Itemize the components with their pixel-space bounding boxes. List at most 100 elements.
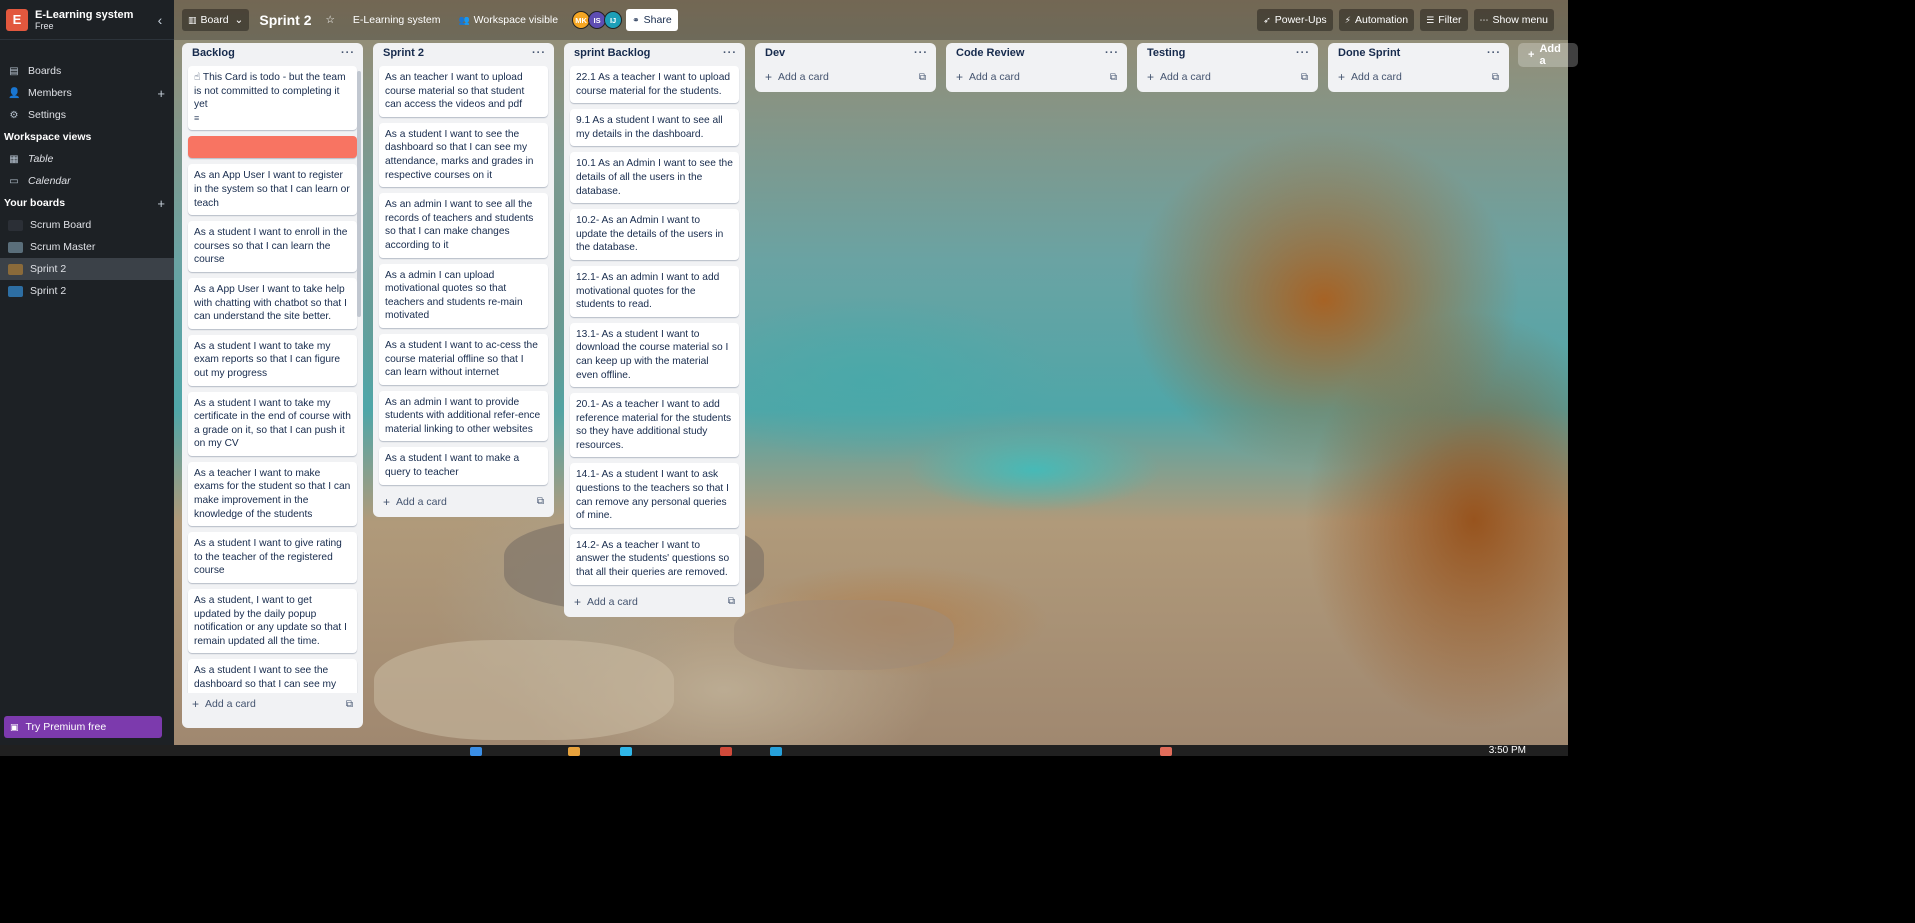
share-button[interactable]: ⚭ Share [626,9,678,31]
card[interactable]: As an teacher I want to upload course ma… [379,66,548,117]
sidebar-board-scrum-master[interactable]: Scrum Master [0,236,174,258]
list-title[interactable]: Dev [765,47,785,59]
list-header[interactable]: sprint Backlog ··· [564,43,745,63]
card[interactable]: As an App User I want to register in the… [188,164,357,216]
show-menu-button[interactable]: ⋯ Show menu [1473,9,1554,31]
card[interactable]: As a student I want to see the dashboard… [188,659,357,693]
list-title[interactable]: Code Review [956,47,1024,59]
card-template-icon[interactable]: ⧉ [537,496,544,507]
card-template-icon[interactable]: ⧉ [919,72,926,83]
card[interactable]: 13.1- As a student I want to download th… [570,322,739,388]
add-card-button[interactable]: + Add a card ⧉ [373,491,554,513]
list-menu-icon[interactable]: ··· [341,47,355,59]
card-template-icon[interactable]: ⧉ [1301,72,1308,83]
list-menu-icon[interactable]: ··· [532,47,546,59]
star-board-button[interactable]: ☆ [319,9,340,31]
card[interactable]: 10.1 As an Admin I want to see the detai… [570,152,739,204]
view-switcher-button[interactable]: ▥ Board ⌄ [182,9,250,31]
list-header[interactable]: Code Review ··· [946,43,1127,63]
card[interactable]: As a admin I can upload motivational quo… [379,263,548,328]
list-menu-icon[interactable]: ··· [723,47,737,59]
list-header[interactable]: Dev ··· [755,43,936,63]
taskbar-app-icon[interactable] [770,747,782,756]
add-board-icon[interactable]: + [157,196,165,211]
sidebar-item-boards[interactable]: ▤ Boards [0,60,174,82]
sidebar-board-scrum-board[interactable]: Scrum Board [0,214,174,236]
add-list-button[interactable]: + Add a [1518,43,1578,67]
card[interactable]: As a App User I want to take help with c… [188,277,357,329]
workspace-button[interactable]: E-Learning system [347,9,447,31]
card-template-icon[interactable]: ⧉ [728,596,735,607]
taskbar-app-icon[interactable] [470,747,482,756]
card[interactable]: As a student, I want to get updated by t… [188,589,357,654]
card[interactable]: As a student I want to enroll in the cou… [188,221,357,272]
card-color-cover[interactable] [188,136,357,159]
list-testing[interactable]: Testing ··· + Add a card ⧉ [1137,43,1318,92]
card[interactable]: 20.1- As a teacher I want to add referen… [570,393,739,458]
list-sprint-backlog[interactable]: sprint Backlog ··· 22.1 As a teacher I wan… [564,43,745,617]
add-card-button[interactable]: + Add a card ⧉ [1328,66,1509,88]
card[interactable]: 12.1- As an admin I want to add motivati… [570,265,739,317]
card[interactable]: 22.1 As a teacher I want to upload cours… [570,66,739,104]
sidebar-item-calendar[interactable]: ▭ Calendar [0,170,174,192]
sidebar-board-sprint-2-active[interactable]: Sprint 2 [0,258,174,280]
add-card-button[interactable]: + Add a card ⧉ [182,693,363,715]
card[interactable]: 14.2- As a teacher I want to answer the … [570,533,739,585]
list-menu-icon[interactable]: ··· [1105,47,1119,59]
card[interactable]: ☝ This Card is todo - but the team is no… [188,66,357,131]
card[interactable]: As a student I want to take my certifica… [188,391,357,456]
card[interactable]: As a student I want to take my exam repo… [188,334,357,386]
card[interactable]: As an admin I want to see all the record… [379,193,548,258]
list-done-sprint[interactable]: Done Sprint ··· + Add a card ⧉ [1328,43,1509,92]
workspace-header[interactable]: E E-Learning system Free ‹ [0,0,174,40]
card[interactable]: 14.1- As a student I want to ask questio… [570,463,739,528]
list-header[interactable]: Done Sprint ··· [1328,43,1509,63]
collapse-sidebar-icon[interactable]: ‹ [152,12,168,28]
list-title[interactable]: sprint Backlog [574,47,650,59]
add-card-button[interactable]: + Add a card ⧉ [1137,66,1318,88]
card[interactable]: 9.1 As a student I want to see all my de… [570,109,739,147]
list-sprint-2[interactable]: Sprint 2 ··· As an teacher I want to uploa… [373,43,554,517]
list-title[interactable]: Backlog [192,47,235,59]
list-menu-icon[interactable]: ··· [1296,47,1310,59]
list-title[interactable]: Done Sprint [1338,47,1400,59]
card-template-icon[interactable]: ⧉ [1110,72,1117,83]
list-title[interactable]: Testing [1147,47,1185,59]
list-menu-icon[interactable]: ··· [914,47,928,59]
sidebar-item-table[interactable]: ▦ Table [0,148,174,170]
taskbar-app-icon[interactable] [720,747,732,756]
filter-button[interactable]: ☰ Filter [1420,9,1468,31]
add-card-button[interactable]: + Add a card ⧉ [564,591,745,613]
list-header[interactable]: Backlog ··· [182,43,363,63]
card-template-icon[interactable]: ⧉ [346,699,353,710]
list-menu-icon[interactable]: ··· [1487,47,1501,59]
card-template-icon[interactable]: ⧉ [1492,72,1499,83]
card[interactable]: As a student I want to see the dashboard… [379,122,548,188]
list-header[interactable]: Sprint 2 ··· [373,43,554,63]
sidebar-board-sprint-2[interactable]: Sprint 2 [0,280,174,302]
card[interactable]: As a teacher I want to make exams for th… [188,461,357,527]
list-header[interactable]: Testing ··· [1137,43,1318,63]
list-code-review[interactable]: Code Review ··· + Add a card ⧉ [946,43,1127,92]
avatar[interactable]: IJ [604,11,623,29]
add-member-icon[interactable]: + [157,86,165,101]
add-card-button[interactable]: + Add a card ⧉ [946,66,1127,88]
taskbar-app-icon[interactable] [568,747,580,756]
card[interactable]: 10.2- As an Admin I want to update the d… [570,209,739,260]
card[interactable]: As an admin I want to provide students w… [379,390,548,442]
card[interactable]: As a student I want to give rating to th… [188,532,357,584]
sidebar-item-settings[interactable]: ⚙ Settings [0,104,174,126]
list-dev[interactable]: Dev ··· + Add a card ⧉ [755,43,936,92]
list-backlog[interactable]: Backlog ··· ☝ This Card is todo - but the … [182,43,363,728]
taskbar-app-icon[interactable] [620,747,632,756]
try-premium-button[interactable]: ▣ Try Premium free [4,716,162,738]
visibility-button[interactable]: 👥 Workspace visible [452,9,564,31]
sidebar-item-members[interactable]: 👤 Members + [0,82,174,104]
list-title[interactable]: Sprint 2 [383,47,424,59]
taskbar-app-icon[interactable] [1160,747,1172,756]
power-ups-button[interactable]: ➶ Power-Ups [1257,9,1333,31]
list-scrollbar[interactable] [357,71,361,317]
card[interactable]: As a student I want to ac-cess the cours… [379,333,548,385]
board-title[interactable]: Sprint 2 [259,12,311,28]
card[interactable]: As a student I want to make a query to t… [379,447,548,485]
